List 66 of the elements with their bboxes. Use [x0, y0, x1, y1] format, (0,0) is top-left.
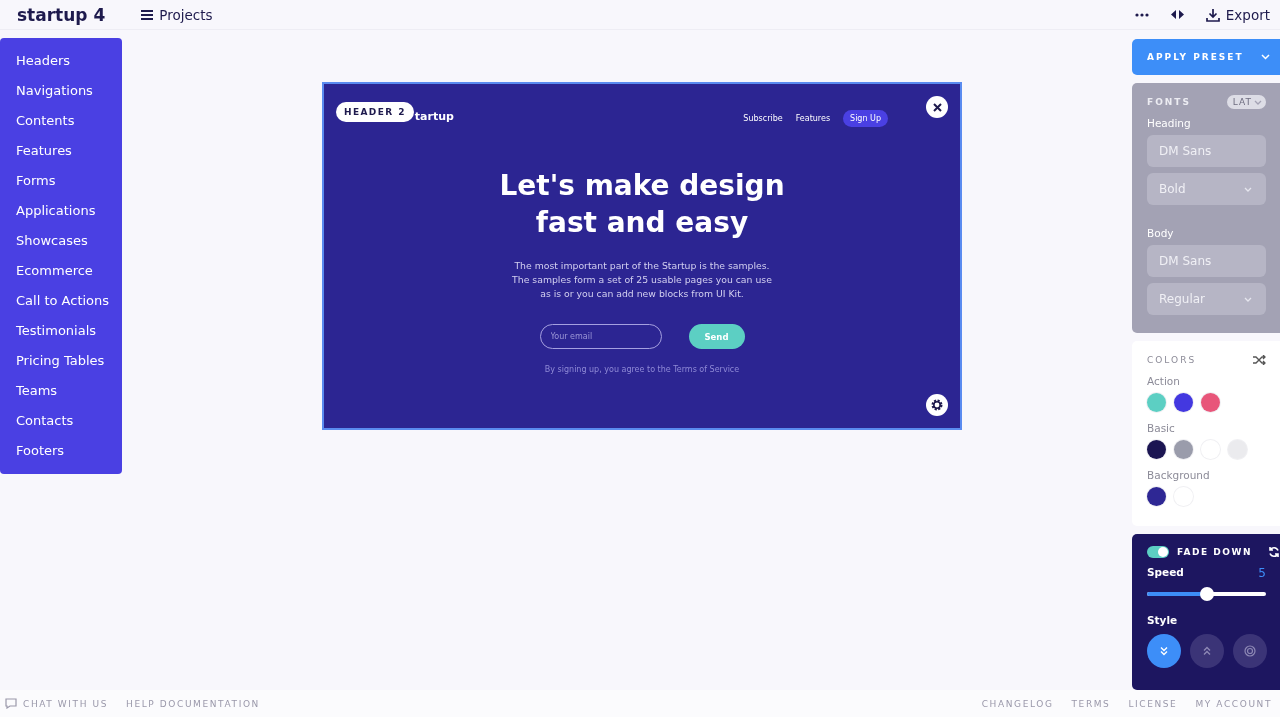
refresh-icon[interactable]: [1267, 546, 1280, 558]
speed-label: Speed: [1147, 566, 1184, 580]
email-field[interactable]: Your email: [539, 324, 662, 349]
chat-icon: [5, 698, 17, 709]
color-group-label: Action: [1147, 375, 1181, 387]
nav-link[interactable]: Subscribe: [743, 114, 783, 123]
color-swatch[interactable]: [1201, 393, 1220, 412]
sidebar-item[interactable]: Navigations: [0, 76, 122, 106]
resize-arrows-icon[interactable]: [1170, 10, 1184, 19]
app-logo[interactable]: startup 4: [17, 4, 106, 25]
fonts-title: FONTS: [1147, 97, 1191, 107]
sidebar-item[interactable]: Pricing Tables: [0, 346, 122, 376]
chevron-down-icon: [1244, 296, 1252, 302]
sidebar-item[interactable]: Showcases: [0, 226, 122, 256]
color-swatch[interactable]: [1147, 487, 1166, 506]
sidebar-item[interactable]: Call to Actions: [0, 286, 122, 316]
header-preview[interactable]: [322, 82, 962, 430]
style-label: Style: [1147, 614, 1179, 626]
chevron-down-icon: [1254, 99, 1262, 105]
projects-button[interactable]: Projects: [141, 6, 213, 23]
animation-toggle[interactable]: [1147, 546, 1169, 558]
sidebar-item[interactable]: Contacts: [0, 406, 122, 436]
double-chevron-up-icon: [1202, 646, 1212, 656]
menu-icon: [141, 9, 154, 20]
download-icon: [1205, 7, 1220, 22]
sidebar-item[interactable]: Applications: [0, 196, 122, 226]
sidebar-item[interactable]: Headers: [0, 46, 122, 76]
hero-heading: Let's make design fast and easy: [498, 168, 786, 241]
color-group-label: Background: [1147, 469, 1211, 481]
close-icon: [932, 102, 942, 112]
export-button[interactable]: Export: [1205, 6, 1270, 23]
animation-title: FADE DOWN: [1177, 547, 1252, 557]
more-icon[interactable]: [1134, 12, 1149, 17]
animation-style-button[interactable]: [1147, 634, 1181, 668]
color-swatch[interactable]: [1147, 440, 1166, 459]
chevron-down-icon: [1261, 54, 1270, 60]
sidebar-item[interactable]: Ecommerce: [0, 256, 122, 286]
shuffle-icon[interactable]: [1253, 355, 1266, 365]
color-group-label: Basic: [1147, 422, 1176, 434]
nav-link[interactable]: Features: [795, 114, 831, 123]
font-group-label: Heading: [1147, 117, 1192, 129]
signup-button[interactable]: Sign Up: [843, 110, 888, 127]
settings-button[interactable]: [926, 394, 948, 416]
speed-value: 5: [1258, 566, 1266, 580]
sidebar-item[interactable]: Testimonials: [0, 316, 122, 346]
settings-icon: [930, 398, 944, 412]
sidebar-item[interactable]: Features: [0, 136, 122, 166]
hero-text: The most important part of the Startup is the samples. The samples form a set of 25 usable pages you can use as is or you can add new blocks from UI Kit.: [511, 259, 773, 301]
block-badge: HEADER 2: [336, 101, 414, 122]
target-icon: [1244, 645, 1256, 657]
colors-title: COLORS: [1147, 355, 1197, 365]
script-dropdown[interactable]: LAT: [1226, 95, 1266, 109]
sidebar-item[interactable]: Forms: [0, 166, 122, 196]
color-swatch[interactable]: [1174, 393, 1193, 412]
color-swatch[interactable]: [1174, 440, 1193, 459]
sidebar-item[interactable]: Footers: [0, 436, 122, 466]
brand-logo: tartup: [414, 110, 454, 123]
color-swatch[interactable]: [1147, 393, 1166, 412]
terms-text: By signing up, you agree to the Terms of Service: [544, 365, 740, 374]
chevron-down-icon: [1244, 186, 1252, 192]
font-group-label: Body: [1147, 227, 1175, 239]
double-chevron-down-icon: [1159, 646, 1169, 656]
sidebar-item[interactable]: Contents: [0, 106, 122, 136]
speed-slider[interactable]: [1147, 587, 1266, 601]
sidebar-item[interactable]: Teams: [0, 376, 122, 406]
close-button[interactable]: [926, 96, 948, 118]
